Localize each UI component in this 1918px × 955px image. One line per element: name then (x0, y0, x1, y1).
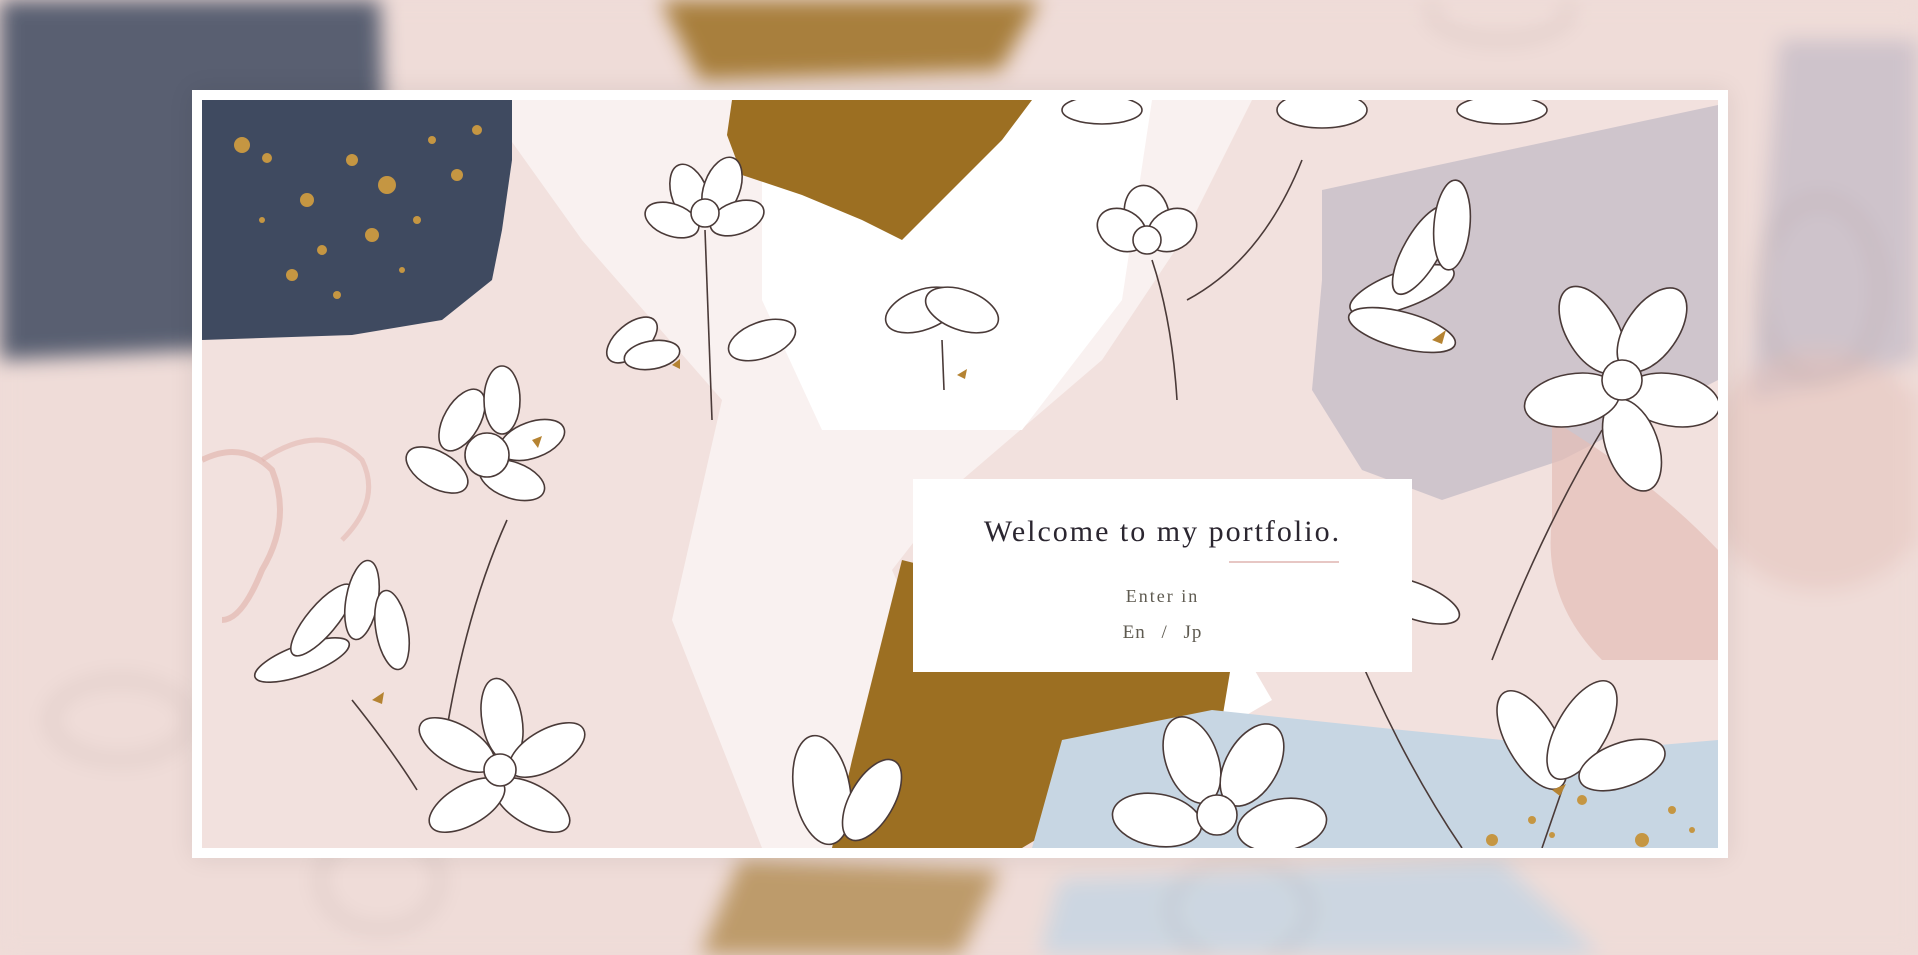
welcome-title-text: Welcome to my portfolio. (983, 515, 1342, 548)
landing-page: Welcome to my portfolio. Enter in En / J… (0, 0, 1918, 955)
language-link-jp[interactable]: Jp (1183, 622, 1202, 643)
welcome-heading: Welcome to my portfolio. (913, 515, 1412, 563)
artwork-frame: Welcome to my portfolio. Enter in En / J… (192, 90, 1728, 858)
title-underline (1229, 561, 1339, 563)
enter-label: Enter in (1125, 586, 1200, 606)
language-selector: En / Jp (913, 622, 1412, 644)
welcome-card: Welcome to my portfolio. Enter in En / J… (913, 479, 1412, 672)
floral-artwork: Welcome to my portfolio. Enter in En / J… (202, 100, 1718, 848)
language-link-en[interactable]: En (1123, 622, 1146, 643)
floral-illustration (202, 100, 1718, 848)
language-separator: / (1161, 622, 1168, 643)
